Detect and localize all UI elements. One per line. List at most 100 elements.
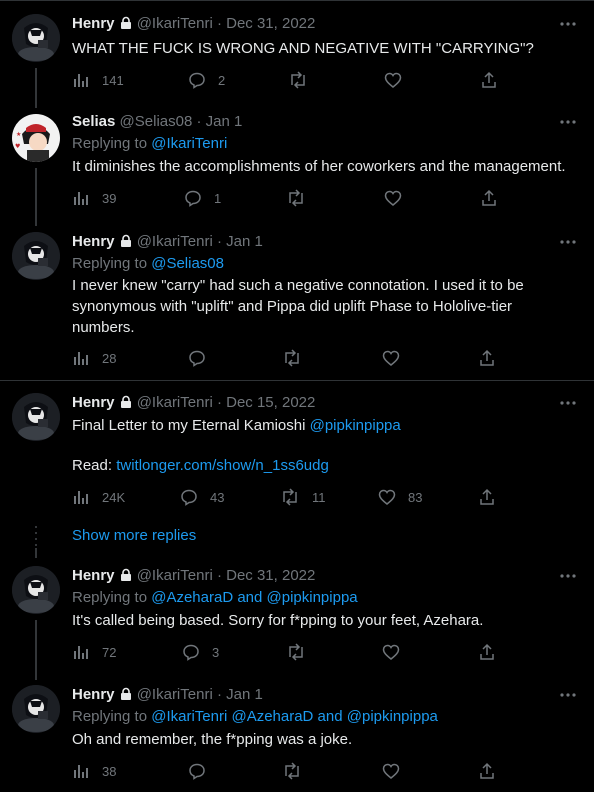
views-icon: [72, 762, 90, 780]
retweet-button[interactable]: [282, 348, 302, 368]
tweet-text: I never knew "carry" had such a negative…: [72, 277, 524, 336]
tweet-header: Henry @IkariTenri · Dec 31, 2022: [72, 566, 315, 586]
reply-button[interactable]: 1: [184, 188, 221, 208]
reply-button[interactable]: 2: [188, 70, 225, 90]
replying-to-link[interactable]: @IkariTenri: [151, 135, 227, 152]
tweet-text: It's called being based. Sorry for f*ppi…: [72, 612, 484, 629]
like-button[interactable]: [382, 761, 400, 781]
share-button[interactable]: [478, 348, 496, 368]
share-button[interactable]: [480, 188, 498, 208]
thread-line: [35, 168, 37, 226]
replying-to-link[interactable]: @AzeharaD and @pipkinpippa: [151, 589, 357, 606]
retweet-icon: [280, 488, 300, 506]
handle[interactable]: @IkariTenri: [137, 686, 213, 703]
display-name[interactable]: Henry: [72, 233, 115, 250]
retweet-button[interactable]: 11: [280, 487, 326, 507]
avatar-henry[interactable]: [12, 566, 60, 614]
like-button[interactable]: 83: [378, 487, 422, 507]
tweet-text: It diminishes the accomplishments of her…: [72, 158, 566, 175]
avatar-henry[interactable]: [12, 393, 60, 441]
tweet-header: Henry @IkariTenri · Dec 31, 2022: [72, 14, 315, 34]
tweet-2[interactable]: ★ ♥ Selias @Selias08 · Jan 1 Replying to…: [0, 94, 594, 226]
timestamp[interactable]: Dec 31, 2022: [226, 567, 315, 584]
reply-button[interactable]: [188, 348, 206, 368]
views-count: 39: [102, 190, 117, 206]
like-button[interactable]: [382, 642, 400, 662]
handle[interactable]: @IkariTenri: [137, 567, 213, 584]
more-icon[interactable]: [556, 112, 580, 132]
retweet-button[interactable]: [282, 761, 302, 781]
timestamp[interactable]: Jan 1: [206, 113, 243, 130]
like-button[interactable]: [382, 348, 400, 368]
reply-button[interactable]: 3: [182, 642, 219, 662]
tweet-5[interactable]: Henry @IkariTenri · Dec 31, 2022 Replyin…: [0, 566, 594, 680]
separator: ·: [216, 394, 222, 411]
display-name[interactable]: Selias: [72, 113, 115, 130]
share-icon: [478, 762, 496, 780]
reply-button[interactable]: 43: [180, 487, 224, 507]
replying-to: Replying to @IkariTenri: [72, 134, 227, 154]
svg-text:★: ★: [16, 131, 21, 138]
action-bar: 72 3: [72, 642, 502, 662]
handle[interactable]: @IkariTenri: [137, 15, 213, 32]
twitlonger-link[interactable]: twitlonger.com/show/n_1ss6udg: [116, 457, 329, 474]
top-divider: [0, 0, 594, 1]
timestamp[interactable]: Dec 31, 2022: [226, 15, 315, 32]
replying-to-link[interactable]: @IkariTenri @AzeharaD and @pipkinpippa: [151, 708, 438, 725]
views-button[interactable]: 141: [72, 70, 124, 90]
views-icon: [72, 189, 90, 207]
display-name[interactable]: Henry: [72, 567, 115, 584]
handle[interactable]: @Selias08: [120, 113, 193, 130]
more-icon[interactable]: [556, 685, 580, 705]
views-button[interactable]: 72: [72, 642, 116, 662]
tweet-3[interactable]: Henry @IkariTenri · Jan 1 Replying to @S…: [0, 232, 594, 368]
more-icon[interactable]: [556, 566, 580, 586]
mention-link[interactable]: @pipkinpippa: [310, 417, 401, 434]
display-name[interactable]: Henry: [72, 15, 115, 32]
avatar-selias[interactable]: ★ ♥: [12, 114, 60, 162]
like-button[interactable]: [384, 188, 402, 208]
tweet-4[interactable]: Henry @IkariTenri · Dec 15, 2022 Final L…: [0, 393, 594, 513]
views-button[interactable]: 39: [72, 188, 116, 208]
display-name[interactable]: Henry: [72, 394, 115, 411]
handle[interactable]: @IkariTenri: [137, 394, 213, 411]
avatar-henry[interactable]: [12, 685, 60, 733]
tweet-6[interactable]: Henry @IkariTenri · Jan 1 Replying to @I…: [0, 685, 594, 785]
avatar-henry[interactable]: [12, 14, 60, 62]
display-name[interactable]: Henry: [72, 686, 115, 703]
retweet-button[interactable]: [288, 70, 308, 90]
more-icon[interactable]: [556, 14, 580, 34]
handle[interactable]: @IkariTenri: [137, 233, 213, 250]
svg-text:♥: ♥: [15, 143, 20, 150]
separator: ·: [216, 567, 222, 584]
share-button[interactable]: [478, 487, 496, 507]
lock-icon: [119, 568, 133, 588]
views-count: 141: [102, 72, 124, 88]
share-button[interactable]: [478, 761, 496, 781]
replying-to-link[interactable]: @Selias08: [151, 255, 224, 272]
tweet-1[interactable]: Henry @IkariTenri · Dec 31, 2022 WHAT TH…: [0, 14, 594, 108]
views-count: 72: [102, 644, 117, 660]
retweet-button[interactable]: [286, 188, 306, 208]
like-button[interactable]: [384, 70, 402, 90]
retweet-button[interactable]: [286, 642, 306, 662]
share-button[interactable]: [478, 642, 496, 662]
like-icon: [382, 349, 400, 367]
tweet-header: Henry @IkariTenri · Jan 1: [72, 685, 263, 705]
timestamp[interactable]: Dec 15, 2022: [226, 394, 315, 411]
avatar-henry[interactable]: [12, 232, 60, 280]
like-icon: [382, 643, 400, 661]
share-button[interactable]: [480, 70, 498, 90]
views-button[interactable]: 24K: [72, 487, 125, 507]
views-button[interactable]: 28: [72, 348, 116, 368]
reply-button[interactable]: [188, 761, 206, 781]
more-icon[interactable]: [556, 393, 580, 413]
thread-line: [35, 620, 37, 680]
show-more-replies-link[interactable]: Show more replies: [72, 526, 196, 546]
timestamp[interactable]: Jan 1: [226, 233, 263, 250]
more-icon[interactable]: [556, 232, 580, 252]
lock-icon: [119, 395, 133, 415]
timestamp[interactable]: Jan 1: [226, 686, 263, 703]
replying-prefix: Replying to: [72, 135, 152, 152]
views-button[interactable]: 38: [72, 761, 116, 781]
